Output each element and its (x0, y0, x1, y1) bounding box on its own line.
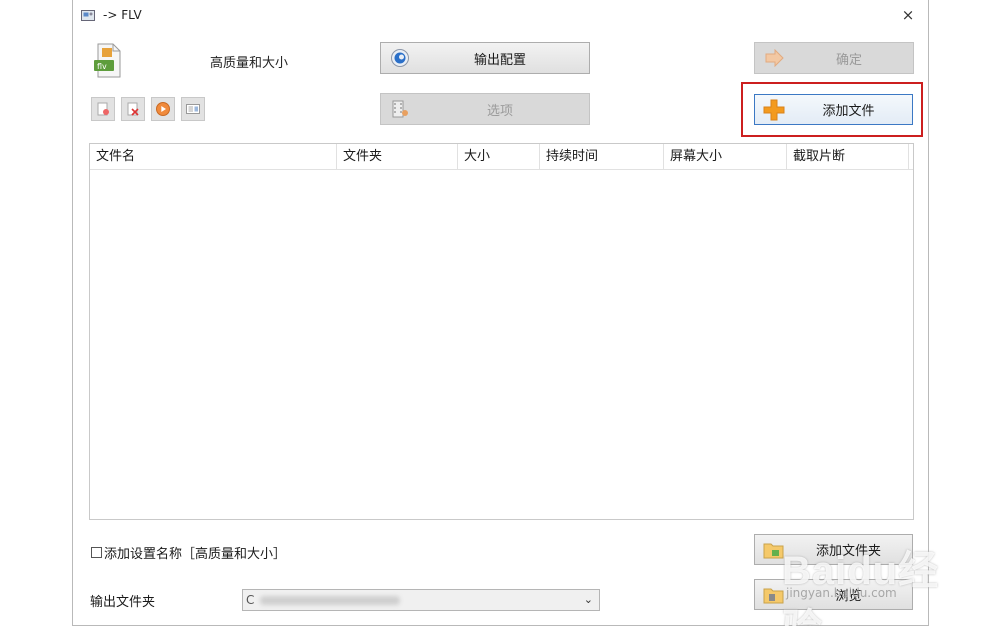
column-folder[interactable]: 文件夹 (337, 144, 458, 170)
folder-add-icon (763, 539, 785, 561)
output-config-label: 输出配置 (473, 52, 526, 68)
config-icon (389, 47, 411, 69)
file-list-table[interactable]: 文件名 文件夹 大小 持续时间 屏幕大小 截取片断 (89, 143, 914, 520)
file-toolbar (91, 97, 205, 121)
converter-window: -> FLV × flv 高质量和大小 输出配置 确定 选项 添加文件 文件名 … (72, 0, 929, 626)
folder-icon (763, 584, 785, 606)
browse-label: 浏览 (835, 589, 862, 604)
output-folder-path-blur (260, 595, 401, 605)
title-bar: -> FLV × (73, 0, 928, 30)
flv-file-icon: flv (94, 43, 121, 78)
profile-name: 高质量和大小 (210, 56, 289, 71)
output-folder-value: C (246, 593, 255, 607)
play-icon[interactable] (151, 97, 175, 121)
column-screen-size[interactable]: 屏幕大小 (664, 144, 787, 170)
arrow-right-icon (763, 47, 785, 69)
options-button[interactable]: 选项 (380, 93, 590, 125)
media-info-icon[interactable] (181, 97, 205, 121)
browse-button[interactable]: 浏览 (754, 579, 913, 610)
file-list-header: 文件名 文件夹 大小 持续时间 屏幕大小 截取片断 (90, 144, 913, 170)
close-icon[interactable]: × (900, 6, 916, 24)
svg-text:flv: flv (97, 62, 107, 71)
add-setting-name-option[interactable]: 添加设置名称［高质量和大小］ (91, 543, 286, 562)
output-folder-label: 输出文件夹 (90, 595, 156, 610)
column-size[interactable]: 大小 (458, 144, 540, 170)
window-title: -> FLV (103, 8, 142, 22)
clear-list-icon[interactable] (121, 97, 145, 121)
add-folder-label: 添加文件夹 (815, 544, 881, 559)
output-folder-select[interactable]: C ⌄ (242, 589, 600, 611)
column-filename[interactable]: 文件名 (90, 144, 337, 170)
app-icon (81, 10, 95, 21)
options-label: 选项 (486, 103, 513, 119)
add-setting-name-checkbox[interactable] (91, 547, 102, 558)
add-folder-button[interactable]: 添加文件夹 (754, 534, 913, 565)
options-icon (389, 98, 411, 120)
remove-file-icon[interactable] (91, 97, 115, 121)
chevron-down-icon[interactable]: ⌄ (584, 593, 593, 606)
column-duration[interactable]: 持续时间 (540, 144, 664, 170)
confirm-label: 确定 (835, 52, 862, 68)
confirm-button[interactable]: 确定 (754, 42, 914, 74)
add-file-highlight (741, 82, 923, 137)
column-clip[interactable]: 截取片断 (787, 144, 909, 170)
add-setting-name-label: 添加设置名称［高质量和大小］ (104, 547, 287, 562)
output-config-button[interactable]: 输出配置 (380, 42, 590, 74)
